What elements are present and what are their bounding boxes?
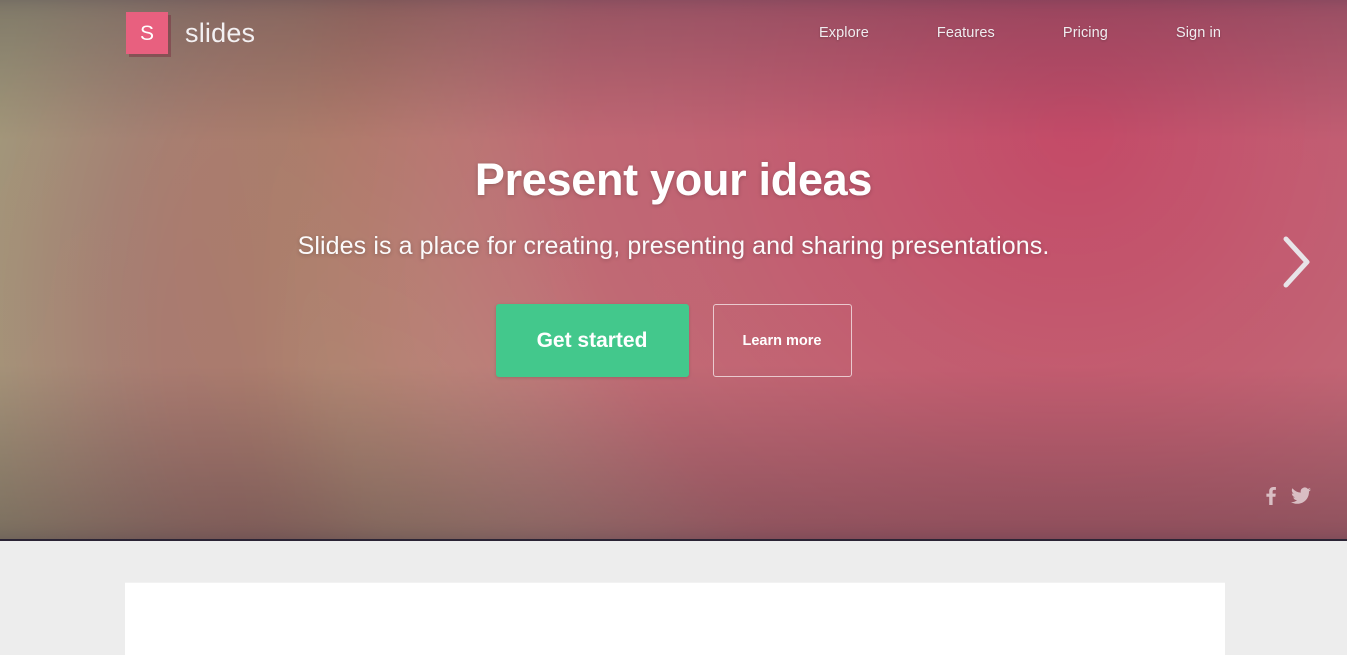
nav-item-sign-in[interactable]: Sign in <box>1176 19 1221 47</box>
hero-cta-group: Get started Learn more <box>495 304 852 377</box>
hero-subtitle: Slides is a place for creating, presenti… <box>297 232 1050 260</box>
below-fold-section <box>0 541 1347 655</box>
brand-logo[interactable]: S slides <box>126 12 255 54</box>
hero-section: S slides Explore Features Pricing Sign i… <box>0 0 1347 541</box>
content-card <box>125 582 1225 655</box>
brand-mark-letter: S <box>139 21 154 45</box>
facebook-icon <box>1264 487 1277 505</box>
hero-content: Present your ideas Slides is a place for… <box>0 0 1347 539</box>
learn-more-button[interactable]: Learn more <box>712 304 852 377</box>
nav-item-explore[interactable]: Explore <box>819 19 869 47</box>
site-header: S slides Explore Features Pricing Sign i… <box>0 0 1347 66</box>
nav-item-features[interactable]: Features <box>937 19 995 47</box>
twitter-link[interactable] <box>1291 487 1311 505</box>
facebook-link[interactable] <box>1264 487 1277 505</box>
get-started-button[interactable]: Get started <box>495 304 689 377</box>
main-navigation: Explore Features Pricing Sign in <box>819 19 1221 47</box>
nav-item-pricing[interactable]: Pricing <box>1063 19 1108 47</box>
hero-title: Present your ideas <box>474 154 873 205</box>
chevron-right-icon <box>1282 236 1312 288</box>
brand-wordmark: slides <box>185 17 256 48</box>
twitter-icon <box>1291 487 1311 505</box>
social-links <box>1264 487 1311 505</box>
slides-logo-icon: S <box>126 12 168 54</box>
next-slide-button[interactable] <box>1269 232 1325 292</box>
